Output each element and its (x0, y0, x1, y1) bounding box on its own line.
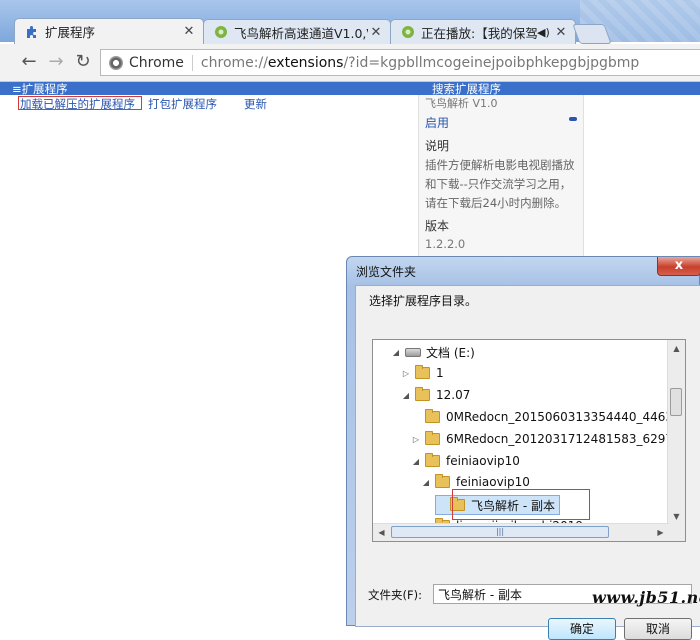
highlight-annotation (18, 96, 142, 110)
pack-extension-link[interactable]: 打包扩展程序 (148, 96, 217, 112)
tree-item[interactable]: ◢ 12.07 (401, 386, 470, 404)
expand-arrow-icon[interactable]: ◢ (421, 478, 431, 487)
tree-item-label: feiniaovip10 (456, 475, 530, 489)
dialog-title: 浏览文件夹 (356, 265, 417, 279)
url-scheme: chrome:// (200, 54, 268, 71)
tree-item[interactable]: ▷ 1 (401, 364, 444, 382)
tab-strip: 扩展程序 ✕ 飞鸟解析高速通道V1.0,V ✕ 正在播放:【我的保驾 ◀) ✕ (0, 0, 700, 44)
expand-arrow-icon[interactable]: ▷ (411, 435, 421, 444)
close-button[interactable]: x (657, 257, 700, 276)
browse-folder-dialog: 浏览文件夹 x 选择扩展程序目录。 ◢ 文档 (E:) ▷ 1 ◢ 12.07 (346, 256, 700, 640)
tree-item-label: 0MRedocn_2015060313354440_4463816 (446, 410, 686, 424)
tab-title: 正在播放:【我的保驾 (421, 25, 537, 41)
folder-icon (425, 431, 440, 445)
folder-tree[interactable]: ◢ 文档 (E:) ▷ 1 ◢ 12.07 0MRedocn_201506031… (372, 339, 686, 542)
back-arrow-icon[interactable]: ← (18, 51, 40, 73)
tab-extensions[interactable]: 扩展程序 ✕ (14, 18, 204, 44)
expand-arrow-icon[interactable]: ◢ (401, 391, 411, 400)
dialog-prompt: 选择扩展程序目录。 (369, 294, 478, 308)
enable-toggle-label[interactable]: 启用 (425, 114, 449, 131)
scrollbar-corner (668, 524, 685, 541)
speaker-icon[interactable]: ◀) (537, 26, 551, 39)
highlight-annotation (452, 489, 590, 520)
tree-item-label: 6MRedocn_2012031712481583_629717 (446, 432, 686, 446)
folder-icon (415, 365, 430, 379)
folder-field-label: 文件夹(F): (368, 588, 422, 602)
tab-title: 飞鸟解析高速通道V1.0,V (234, 25, 368, 41)
tree-item-label: 1 (436, 366, 444, 380)
chrome-logo-icon (109, 55, 123, 70)
browser-toolbar: ← → ↻ Chrome chrome:// extensions /?id=k… (0, 44, 700, 82)
extensions-header: ≡扩展程序 搜索扩展程序 (0, 82, 700, 96)
dialog-body: 选择扩展程序目录。 ◢ 文档 (E:) ▷ 1 ◢ 12.07 0MRedocn… (355, 285, 700, 640)
tab-feiniao[interactable]: 飞鸟解析高速通道V1.0,V ✕ (203, 19, 391, 44)
folder-icon (425, 453, 440, 467)
extension-favicon-icon (402, 26, 414, 38)
vertical-scrollbar[interactable]: ▲ ▼ (667, 340, 685, 525)
scroll-thumb[interactable]: ||| (391, 526, 609, 538)
new-tab-button[interactable] (572, 24, 612, 44)
folder-icon (435, 474, 450, 488)
scroll-down-icon[interactable]: ▼ (668, 508, 685, 525)
close-tab-icon[interactable]: ✕ (181, 24, 197, 39)
tree-item-label: 12.07 (436, 388, 471, 402)
folder-icon (425, 409, 440, 423)
security-chip[interactable]: Chrome (129, 54, 193, 71)
tab-title: 扩展程序 (45, 25, 96, 40)
tree-item[interactable]: ◢ feiniaovip10 (411, 452, 520, 470)
close-tab-icon[interactable]: ✕ (553, 25, 569, 40)
expand-arrow-icon[interactable]: ◢ (391, 348, 401, 357)
extension-detail-panel: 飞鸟解析 V1.0 启用 说明 插件方便解析电影电视剧播放和下载--只作交流学习… (418, 95, 584, 267)
scroll-left-icon[interactable]: ◀ (373, 524, 390, 541)
folder-icon (415, 387, 430, 401)
description-heading: 说明 (425, 139, 450, 153)
scroll-right-icon[interactable]: ▶ (652, 524, 669, 541)
drive-icon (405, 347, 421, 357)
close-tab-icon[interactable]: ✕ (368, 25, 384, 40)
tree-item-label: feiniaovip10 (446, 454, 520, 468)
reload-icon[interactable]: ↻ (72, 51, 94, 73)
cancel-button[interactable]: 取消 (624, 618, 692, 640)
version-text: 1.2.2.0 (425, 237, 466, 251)
tree-item-label: 文档 (E:) (426, 345, 475, 360)
description-text: 插件方便解析电影电视剧播放和下载--只作交流学习之用，请在下载后24小时内删除。 (425, 158, 575, 210)
url-path: /?id=kgpbllmcogeinejpoibphkepgbjpgbmp (343, 54, 640, 71)
forward-arrow-icon[interactable]: → (45, 51, 67, 73)
scroll-up-icon[interactable]: ▲ (668, 340, 685, 357)
toggle-switch[interactable] (569, 117, 577, 121)
horizontal-scrollbar[interactable]: ◀ ||| ▶ (373, 523, 669, 541)
puzzle-icon (27, 25, 36, 38)
expand-arrow-icon[interactable]: ◢ (411, 457, 421, 466)
tab-playing[interactable]: 正在播放:【我的保驾 ◀) ✕ (390, 19, 576, 44)
url-host: extensions (267, 54, 344, 71)
extension-favicon-icon (215, 26, 227, 38)
tree-item[interactable]: 0MRedocn_2015060313354440_4463816 (411, 408, 686, 426)
address-bar[interactable]: Chrome chrome:// extensions /?id=kgpbllm… (100, 49, 700, 76)
update-link[interactable]: 更新 (244, 96, 267, 112)
version-heading: 版本 (425, 219, 450, 233)
scroll-thumb[interactable] (670, 388, 682, 416)
extension-name: 飞鸟解析 V1.0 (425, 97, 498, 110)
ok-button[interactable]: 确定 (548, 618, 616, 640)
tree-item-drive[interactable]: ◢ 文档 (E:) (391, 343, 475, 361)
expand-arrow-icon[interactable]: ▷ (401, 369, 411, 378)
site-watermark: www.jb51.net (592, 588, 700, 607)
tree-item[interactable]: ▷ 6MRedocn_2012031712481583_629717 (411, 430, 686, 448)
